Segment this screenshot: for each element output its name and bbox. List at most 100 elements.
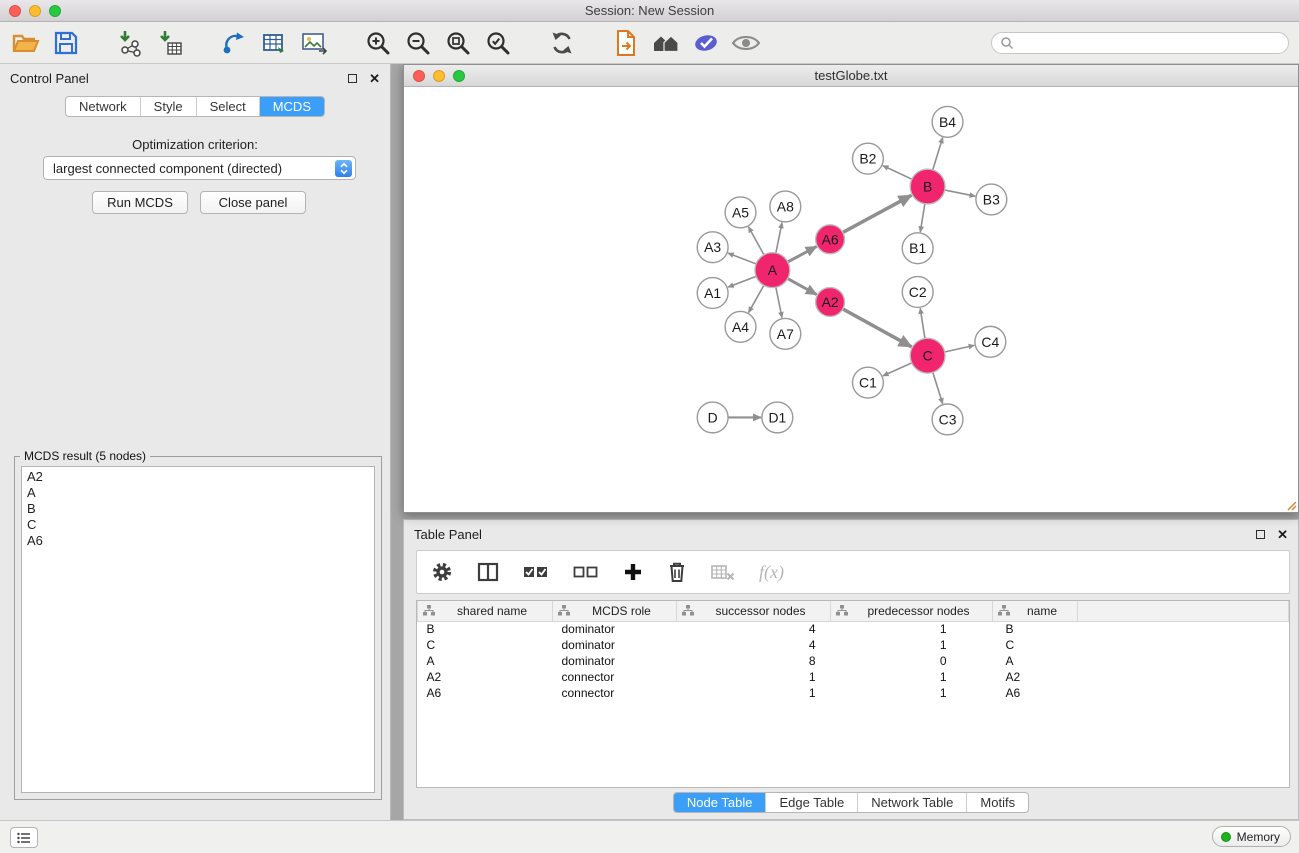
zoom-fit-button[interactable] [442,27,474,59]
resize-grip-icon[interactable] [1285,499,1297,511]
table-cell[interactable]: 1 [831,621,993,637]
show-graphics-button[interactable] [730,27,762,59]
column-header-shared-name[interactable]: shared name [418,601,553,621]
table-cell[interactable]: 1 [677,685,831,701]
network-window-titlebar[interactable]: testGlobe.txt [404,65,1298,87]
graph-node-A1[interactable]: A1 [697,278,728,309]
import-table-button[interactable] [154,27,186,59]
add-column-button[interactable] [623,562,643,582]
table-cell[interactable]: A6 [993,685,1078,701]
new-network-button[interactable] [218,27,250,59]
graph-node-A2[interactable]: A2 [816,288,845,317]
delete-table-button[interactable] [711,563,735,581]
table-cell[interactable]: A6 [418,685,553,701]
zoom-window-button[interactable] [49,5,61,17]
table-cell[interactable]: C [993,637,1078,653]
tab-node-table[interactable]: Node Table [674,793,766,812]
import-network-button[interactable] [114,27,146,59]
tab-network[interactable]: Network [66,97,140,116]
graph-node-B4[interactable]: B4 [932,106,963,137]
tab-style[interactable]: Style [140,97,196,116]
select-all-rows-button[interactable] [523,563,549,581]
close-network-button[interactable] [413,70,425,82]
graph-node-B3[interactable]: B3 [976,184,1007,215]
graph-node-C4[interactable]: C4 [975,326,1006,357]
graph-node-B[interactable]: B [910,169,945,204]
open-session-button[interactable] [10,27,42,59]
zoom-in-button[interactable] [362,27,394,59]
table-cell[interactable]: B [418,621,553,637]
close-panel-button[interactable]: Close panel [200,191,306,214]
table-cell[interactable]: C [418,637,553,653]
function-builder-button[interactable]: f(x) [759,562,784,583]
table-cell[interactable]: 1 [831,685,993,701]
graph-node-C[interactable]: C [910,338,945,373]
column-header-predecessor-nodes[interactable]: predecessor nodes [831,601,993,621]
table-cell[interactable]: 1 [831,669,993,685]
search-field[interactable] [991,32,1289,54]
home-button[interactable] [650,27,682,59]
graph-node-D[interactable]: D [697,402,728,433]
deselect-all-rows-button[interactable] [573,563,599,581]
table-cell[interactable]: A [418,653,553,669]
table-cell[interactable]: A2 [993,669,1078,685]
table-row[interactable]: Bdominator41B [418,621,1289,637]
mcds-result-item[interactable]: A2 [25,469,371,485]
graph-node-C2[interactable]: C2 [902,277,933,308]
close-window-button[interactable] [9,5,21,17]
column-header-MCDS-role[interactable]: MCDS role [553,601,677,621]
apply-style-button[interactable] [690,27,722,59]
graph-node-B1[interactable]: B1 [902,233,933,264]
graph-node-A6[interactable]: A6 [816,225,845,254]
table-cell[interactable]: A2 [418,669,553,685]
table-settings-button[interactable] [431,561,453,583]
document-arrow-button[interactable] [610,27,642,59]
task-history-button[interactable] [10,827,38,848]
save-session-button[interactable] [50,27,82,59]
zoom-network-button[interactable] [453,70,465,82]
column-header-successor-nodes[interactable]: successor nodes [677,601,831,621]
zoom-out-button[interactable] [402,27,434,59]
graph-node-A7[interactable]: A7 [770,318,801,349]
export-image-button[interactable] [298,27,330,59]
zoom-selected-button[interactable] [482,27,514,59]
network-canvas[interactable]: B4B2BB3A5A8A6B1A3AC2A1A2A4A7C4CC1C3DD1 [405,88,1297,511]
toggle-columns-button[interactable] [477,562,499,582]
table-row[interactable]: A2connector11A2 [418,669,1289,685]
memory-button[interactable]: Memory [1212,826,1291,847]
graph-node-A5[interactable]: A5 [725,197,756,228]
mcds-result-item[interactable]: A6 [25,533,371,549]
tab-motifs[interactable]: Motifs [966,793,1028,812]
close-panel-icon[interactable]: ✕ [369,74,380,83]
minimize-network-button[interactable] [433,70,445,82]
table-cell[interactable]: 0 [831,653,993,669]
mcds-result-item[interactable]: A [25,485,371,501]
search-input[interactable] [1019,36,1280,50]
tab-edge-table[interactable]: Edge Table [765,793,857,812]
graph-node-D1[interactable]: D1 [762,402,793,433]
mcds-result-item[interactable]: C [25,517,371,533]
table-cell[interactable]: 4 [677,621,831,637]
float-panel-icon[interactable] [348,74,357,83]
tab-mcds[interactable]: MCDS [259,97,324,116]
table-cell[interactable]: dominator [553,637,677,653]
table-cell[interactable]: 8 [677,653,831,669]
graph-node-C1[interactable]: C1 [852,367,883,398]
table-cell[interactable]: connector [553,669,677,685]
mcds-result-item[interactable]: B [25,501,371,517]
run-mcds-button[interactable]: Run MCDS [92,191,188,214]
graph-node-C3[interactable]: C3 [932,404,963,435]
table-cell[interactable]: dominator [553,621,677,637]
table-row[interactable]: Cdominator41C [418,637,1289,653]
close-table-panel-icon[interactable]: ✕ [1277,530,1288,539]
graph-node-A8[interactable]: A8 [770,191,801,222]
graph-node-A[interactable]: A [755,253,790,288]
table-row[interactable]: Adominator80A [418,653,1289,669]
graph-node-B2[interactable]: B2 [852,143,883,174]
table-cell[interactable]: dominator [553,653,677,669]
table-cell[interactable]: 1 [831,637,993,653]
column-header-name[interactable]: name [993,601,1078,621]
new-table-button[interactable] [258,27,290,59]
table-row[interactable]: A6connector11A6 [418,685,1289,701]
table-cell[interactable]: 4 [677,637,831,653]
